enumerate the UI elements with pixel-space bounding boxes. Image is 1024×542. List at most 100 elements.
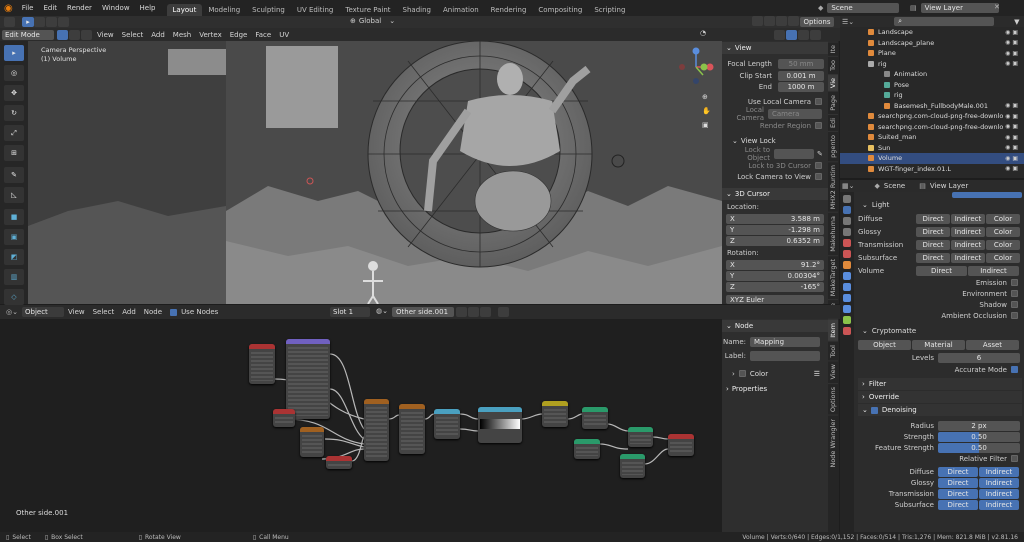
rotation-mode-field[interactable]: XYZ Euler xyxy=(726,295,824,304)
glossy-direct-button[interactable]: Direct xyxy=(916,226,950,237)
select-box-icon[interactable]: ▸ xyxy=(4,45,24,61)
outliner-item[interactable]: Plane ◉▣ xyxy=(840,48,1024,59)
menu-edit[interactable]: Edit xyxy=(43,4,57,12)
visibility-icons[interactable]: ◉▣ xyxy=(1005,102,1020,109)
tab-texture-paint[interactable]: Texture Paint xyxy=(339,4,396,16)
lock-object-field[interactable] xyxy=(774,149,814,159)
node-menu-node[interactable]: Node xyxy=(144,308,162,316)
volume-indirect-button[interactable]: Indirect xyxy=(968,265,1019,276)
denoise-glossy-direct-button[interactable]: Direct xyxy=(938,477,978,488)
particles-tab-icon[interactable] xyxy=(843,283,851,291)
menu-face[interactable]: Face xyxy=(255,31,271,39)
output-tab-icon[interactable] xyxy=(843,217,851,225)
menu-select[interactable]: Select xyxy=(122,31,144,39)
node-mapping[interactable] xyxy=(399,404,425,454)
menu-add[interactable]: Add xyxy=(151,31,165,39)
knife-icon[interactable]: ◇ xyxy=(4,289,24,305)
diffuse-direct-button[interactable]: Direct xyxy=(916,213,950,224)
denoise-glossy-indirect-button[interactable]: Indirect xyxy=(979,477,1019,488)
blender-logo-icon[interactable]: ◉ xyxy=(4,3,13,14)
menu-vertex[interactable]: Vertex xyxy=(199,31,222,39)
physics-tab-icon[interactable] xyxy=(843,294,851,302)
filter-header[interactable]: › Filter xyxy=(858,378,1022,390)
constraints-tab-icon[interactable] xyxy=(843,305,851,313)
denoise-subsurface-indirect-button[interactable]: Indirect xyxy=(979,499,1019,510)
volume-direct-button[interactable]: Direct xyxy=(916,265,967,276)
cursor-icon[interactable]: ◎ xyxy=(4,65,24,81)
outliner-item[interactable]: WGT-finger_index.01.L ◉▣ xyxy=(840,164,1024,175)
node-panel-header[interactable]: ⌄ Node xyxy=(722,320,828,332)
transmission-direct-button[interactable]: Direct xyxy=(916,239,950,250)
menu-uv[interactable]: UV xyxy=(279,31,289,39)
clip-start-field[interactable]: 0.001 m xyxy=(778,70,824,81)
menu-render[interactable]: Render xyxy=(67,4,92,12)
node-menu-add[interactable]: Add xyxy=(122,308,136,316)
3d-cursor-header[interactable]: ⌄ 3D Cursor xyxy=(722,188,828,200)
tool-select-icon[interactable]: ▸ xyxy=(22,17,34,27)
lock-camera-checkbox[interactable] xyxy=(815,173,822,180)
tab-layout[interactable]: Layout xyxy=(166,4,203,16)
outliner-item-selected[interactable]: Volume ◉▣ xyxy=(840,153,1024,164)
tool-tab-icon[interactable] xyxy=(843,195,851,203)
zoom-icon[interactable]: ⊕ xyxy=(702,93,716,101)
emission-checkbox[interactable] xyxy=(1011,279,1018,286)
node-color-ramp[interactable] xyxy=(478,407,522,443)
move-icon[interactable]: ✥ xyxy=(4,85,24,101)
node-emission[interactable] xyxy=(620,454,645,478)
outliner-item[interactable]: rig ◉▣ xyxy=(840,59,1024,70)
overlay-icon[interactable]: ◔ xyxy=(700,29,706,37)
cryptomatte-material-button[interactable]: Material xyxy=(912,339,965,350)
material-name-field[interactable]: Other side.001 xyxy=(392,307,454,317)
outliner-item[interactable]: Sun ◉▣ xyxy=(840,143,1024,154)
xray-toggle-icon[interactable] xyxy=(752,16,763,26)
slot-selector[interactable]: Slot 1 xyxy=(330,307,370,317)
light-header[interactable]: ⌄ Light xyxy=(858,198,1022,212)
node-color-row[interactable]: › Color ☰ xyxy=(722,368,828,379)
tab-maketarget[interactable]: MakeTarget xyxy=(828,255,838,300)
render-tab-icon[interactable] xyxy=(843,206,851,214)
tab-item[interactable]: Ite xyxy=(828,41,838,57)
cursor-loc-y[interactable]: Y -1.298 m xyxy=(726,225,824,235)
solid-shading-icon[interactable] xyxy=(786,29,797,40)
lock-cursor-checkbox[interactable] xyxy=(815,162,822,169)
node-mix-a[interactable] xyxy=(364,399,389,461)
cursor-loc-x[interactable]: X 3.588 m xyxy=(726,214,824,224)
transform-icon[interactable]: ⊞ xyxy=(4,145,24,161)
tab-page[interactable]: Page xyxy=(828,91,838,115)
modifiers-tab-icon[interactable] xyxy=(843,272,851,280)
view-panel-header[interactable]: ⌄ View xyxy=(722,42,828,54)
axis-x-icon[interactable] xyxy=(764,16,775,26)
tab-sculpting[interactable]: Sculpting xyxy=(246,4,291,16)
inset-icon[interactable]: ▣ xyxy=(4,229,24,245)
local-camera-field[interactable]: Camera xyxy=(768,109,822,119)
node-menu-select[interactable]: Select xyxy=(93,308,115,316)
navigation-gizmo[interactable] xyxy=(676,47,716,87)
denoising-checkbox[interactable] xyxy=(870,406,878,414)
outliner-type-icon[interactable]: ☰⌄ xyxy=(842,18,854,26)
focal-length-field[interactable]: 50 mm xyxy=(778,59,824,69)
emission-row[interactable]: Emission xyxy=(858,277,1022,288)
ambient-occlusion-row[interactable]: Ambient Occlusion xyxy=(858,310,1022,321)
node-texture-coordinate[interactable] xyxy=(249,344,275,384)
tab-makehuman[interactable]: Makehuma xyxy=(828,212,838,256)
rendered-shading-icon[interactable] xyxy=(810,29,821,40)
list-icon[interactable]: ☰ xyxy=(814,370,820,378)
denoise-transmission-indirect-button[interactable]: Indirect xyxy=(979,488,1019,499)
loop-cut-icon[interactable]: ▥ xyxy=(4,269,24,285)
object-tab-icon[interactable] xyxy=(843,261,851,269)
mode-icon-2[interactable] xyxy=(46,17,57,27)
node-math-c[interactable] xyxy=(574,439,600,459)
tab-edit[interactable]: Edi xyxy=(828,114,838,132)
render-region-checkbox[interactable] xyxy=(815,122,822,129)
levels-field[interactable]: 6 xyxy=(938,352,1020,363)
material-shading-icon[interactable] xyxy=(798,29,809,40)
material-browse-icon[interactable]: ◍⌄ xyxy=(376,307,388,315)
world-tab-icon[interactable] xyxy=(843,250,851,258)
node-math-a[interactable] xyxy=(542,401,568,427)
visibility-icons[interactable]: ◉▣ xyxy=(1005,39,1020,46)
shadow-row[interactable]: Shadow xyxy=(858,299,1022,310)
scene-tab-icon[interactable] xyxy=(843,239,851,247)
annotate-icon[interactable]: ✎ xyxy=(4,167,24,183)
subsurface-color-button[interactable]: Color xyxy=(986,252,1020,263)
strength-slider[interactable]: 0.50 xyxy=(938,431,1020,442)
